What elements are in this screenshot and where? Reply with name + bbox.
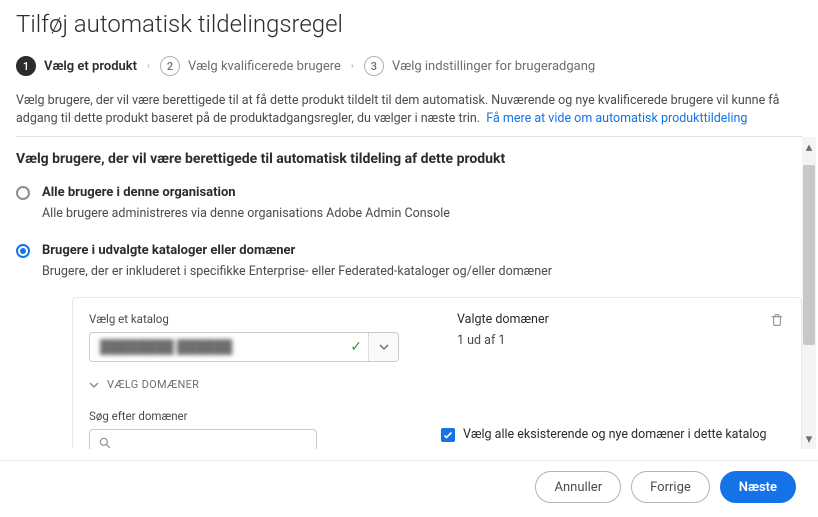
select-all-domains-checkbox-row[interactable]: Vælg alle eksisterende og nye domæner i … <box>441 427 767 442</box>
cancel-button[interactable]: Annuller <box>535 471 621 503</box>
domains-expander-label: VÆLG DOMÆNER <box>107 378 199 391</box>
step-3[interactable]: 3 Vælg indstillinger for brugeradgang <box>364 56 595 76</box>
select-all-domains-label: Vælg alle eksisterende og nye domæner i … <box>463 427 767 442</box>
radio-description: Brugere, der er inkluderet i specifikke … <box>42 264 802 279</box>
catalog-selected-value: ████████ ██████ <box>90 333 368 361</box>
checkmark-icon: ✓ <box>350 339 362 355</box>
select-all-domains-checkbox[interactable] <box>441 428 455 442</box>
radio-label: Alle brugere i denne organisation <box>42 185 450 200</box>
intro-text: Vælg brugere, der vil være berettigede t… <box>16 92 802 128</box>
catalog-dropdown-button[interactable] <box>368 333 398 361</box>
radio-input-selected-catalogs[interactable] <box>16 244 30 258</box>
domains-expander[interactable]: VÆLG DOMÆNER <box>89 378 417 391</box>
scroll-up-arrow-icon[interactable]: ▴ <box>803 141 815 153</box>
catalog-combobox[interactable]: ████████ ██████ ✓ <box>89 332 399 362</box>
wizard-stepper: 1 Vælg et produkt › 2 Vælg kvalificerede… <box>16 56 802 76</box>
step-2[interactable]: 2 Vælg kvalificerede brugere <box>160 56 341 76</box>
learn-more-link[interactable]: Få mere at vide om automatisk produkttil… <box>486 111 747 126</box>
step-1-label: Vælg et produkt <box>44 59 137 74</box>
selected-domains-label: Valgte domæner <box>457 312 549 327</box>
scrollbar-thumb[interactable] <box>803 165 815 345</box>
chevron-down-icon <box>89 380 99 390</box>
radio-label: Brugere i udvalgte kataloger eller domæn… <box>42 243 802 258</box>
chevron-down-icon <box>379 342 389 352</box>
trash-icon[interactable] <box>769 312 785 332</box>
step-1[interactable]: 1 Vælg et produkt <box>16 56 137 76</box>
domain-search-input[interactable] <box>118 436 308 449</box>
search-icon <box>98 436 112 449</box>
wizard-footer: Annuller Forrige Næste <box>0 460 818 517</box>
step-1-number: 1 <box>16 56 36 76</box>
next-button[interactable]: Næste <box>720 471 796 503</box>
scroll-down-arrow-icon[interactable]: ▾ <box>803 433 815 445</box>
step-3-label: Vælg indstillinger for brugeradgang <box>392 59 595 74</box>
radio-option-selected-catalogs[interactable]: Brugere i udvalgte kataloger eller domæn… <box>16 243 802 449</box>
step-2-label: Vælg kvalificerede brugere <box>188 59 341 74</box>
radio-input-all-users[interactable] <box>16 186 30 200</box>
step-2-number: 2 <box>160 56 180 76</box>
domain-search-label: Søg efter domæner <box>89 409 317 423</box>
step-3-number: 3 <box>364 56 384 76</box>
page-title: Tilføj automatisk tildelingsregel <box>16 10 802 38</box>
selected-domains-count: 1 ud af 1 <box>457 333 549 348</box>
catalog-config-block: Vælg et katalog ████████ ██████ ✓ <box>72 297 802 449</box>
catalog-field-label: Vælg et katalog <box>89 312 417 326</box>
checkmark-icon <box>443 430 453 440</box>
radio-description: Alle brugere administreres via denne org… <box>42 206 450 221</box>
radio-option-all-users[interactable]: Alle brugere i denne organisation Alle b… <box>16 185 802 221</box>
section-heading: Vælg brugere, der vil være berettigede t… <box>16 151 802 167</box>
chevron-right-icon: › <box>147 61 150 72</box>
domain-search-input-wrap[interactable] <box>89 429 317 449</box>
user-scope-radio-group: Alle brugere i denne organisation Alle b… <box>16 185 802 449</box>
previous-button[interactable]: Forrige <box>631 471 710 503</box>
content-scroll[interactable]: Vælg brugere, der vil være berettigede t… <box>0 137 818 449</box>
chevron-right-icon: › <box>351 61 354 72</box>
